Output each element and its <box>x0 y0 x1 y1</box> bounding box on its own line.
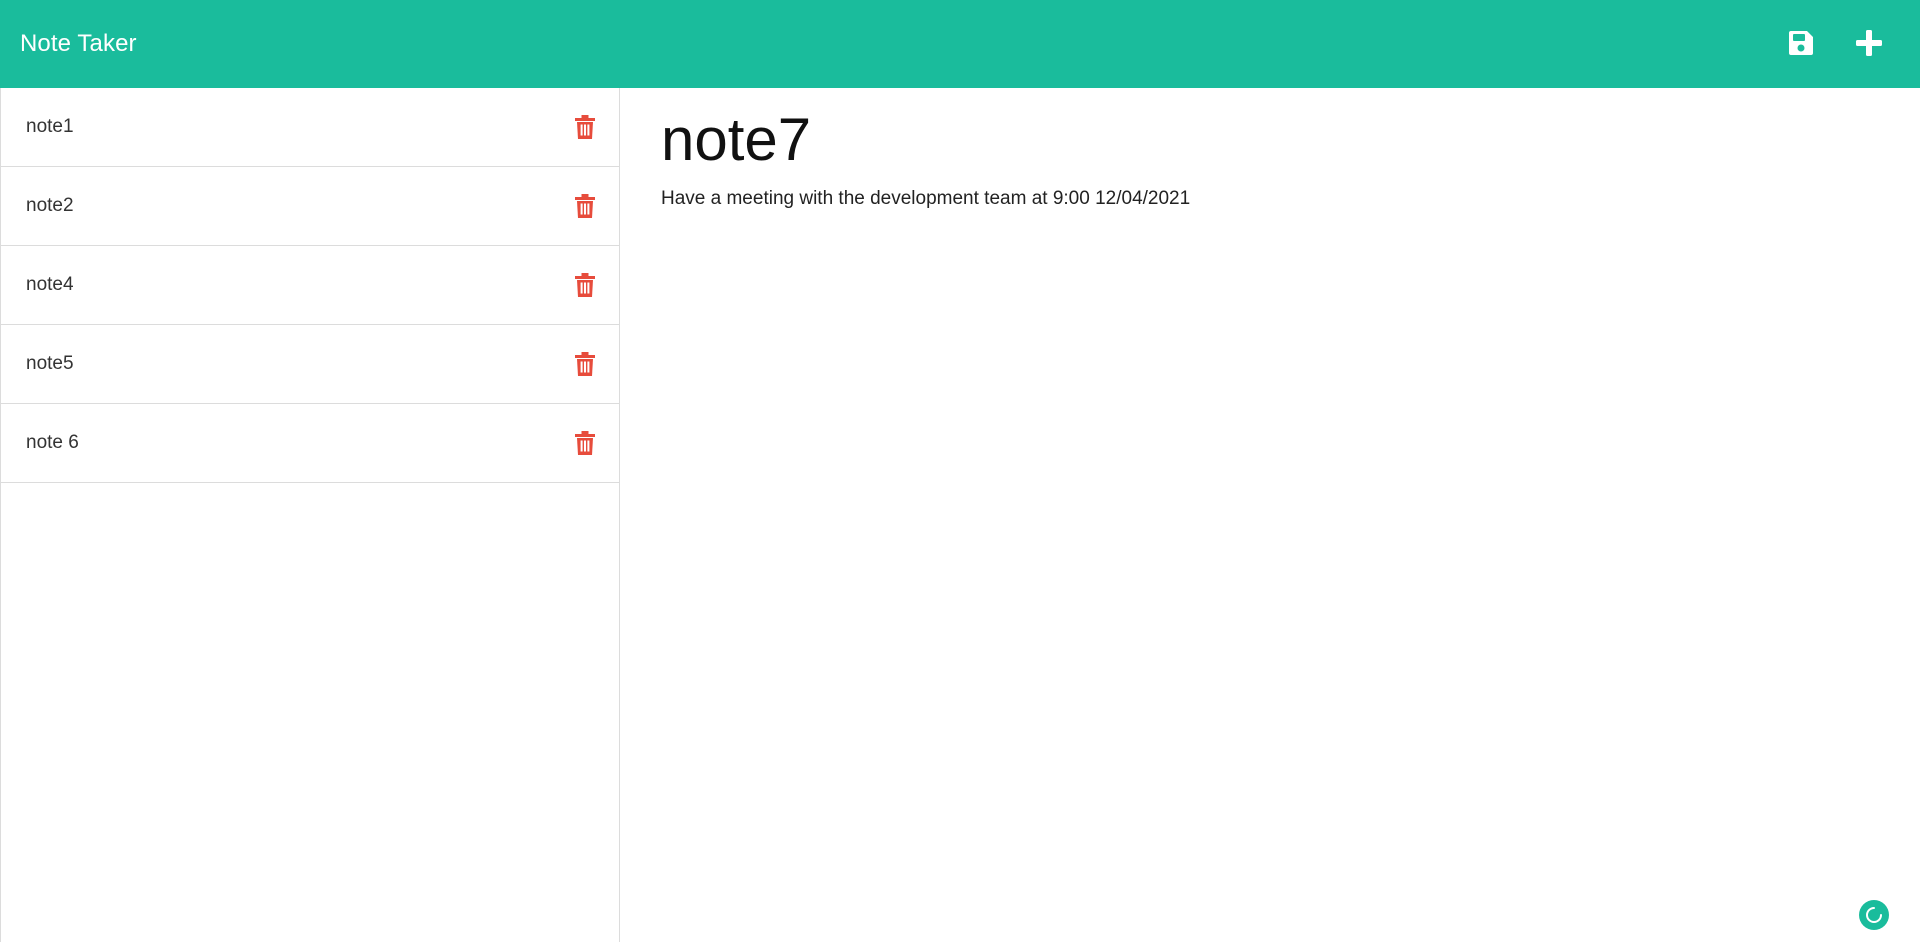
trash-icon[interactable] <box>574 114 596 140</box>
list-item[interactable]: note5 <box>1 325 619 404</box>
trash-icon[interactable] <box>574 272 596 298</box>
save-note-button[interactable] <box>1784 26 1818 60</box>
note-text-area[interactable]: Have a meeting with the development team… <box>661 188 1190 210</box>
loading-spinner-icon[interactable] <box>1859 900 1889 930</box>
new-note-button[interactable] <box>1852 26 1886 60</box>
list-item[interactable]: note4 <box>1 246 619 325</box>
trash-icon[interactable] <box>574 351 596 377</box>
save-icon <box>1789 31 1813 55</box>
note-editor: note7 Have a meeting with the developmen… <box>621 88 1920 942</box>
plus-icon <box>1856 30 1882 56</box>
trash-icon[interactable] <box>574 430 596 456</box>
note-title: note1 <box>26 116 74 137</box>
note-title: note2 <box>26 195 74 216</box>
note-title-input[interactable]: note7 <box>661 104 811 176</box>
list-item[interactable]: note1 <box>1 88 619 167</box>
navbar: Note Taker <box>0 0 1920 88</box>
list-item[interactable]: note2 <box>1 167 619 246</box>
brand-link[interactable]: Note Taker <box>20 30 137 58</box>
note-list-panel: note1 note2 note4 note5 note 6 <box>0 88 620 942</box>
note-title: note5 <box>26 353 74 374</box>
list-item[interactable]: note 6 <box>1 404 619 483</box>
note-title: note4 <box>26 274 74 295</box>
note-list: note1 note2 note4 note5 note 6 <box>1 88 619 483</box>
trash-icon[interactable] <box>574 193 596 219</box>
note-title: note 6 <box>26 432 79 453</box>
